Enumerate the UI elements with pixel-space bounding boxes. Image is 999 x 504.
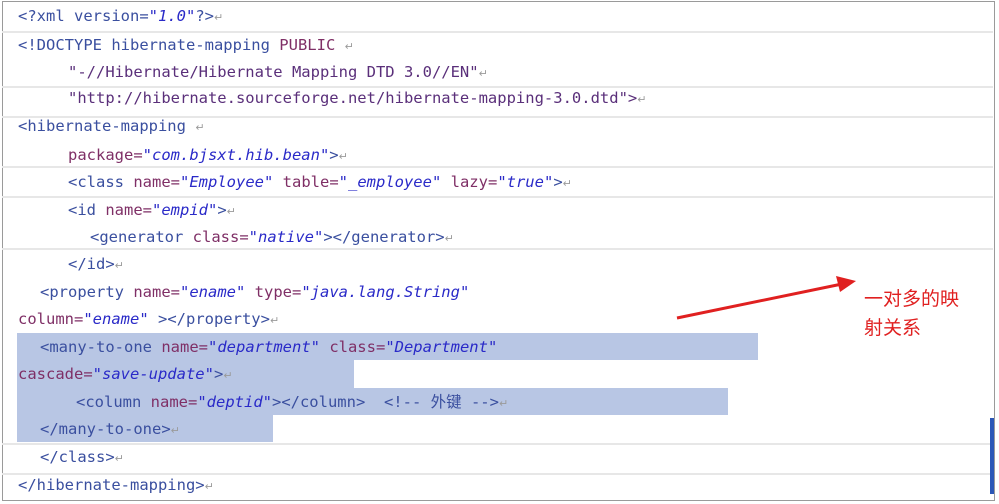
window-edge-bar xyxy=(990,418,994,494)
annotation-text-line2: 射关系 xyxy=(864,317,922,339)
annotation-arrow-icon xyxy=(676,276,856,320)
annotation-text-line1: 一对多的映 xyxy=(864,288,960,310)
annotation-note: 一对多的映 射关系 xyxy=(864,285,974,343)
